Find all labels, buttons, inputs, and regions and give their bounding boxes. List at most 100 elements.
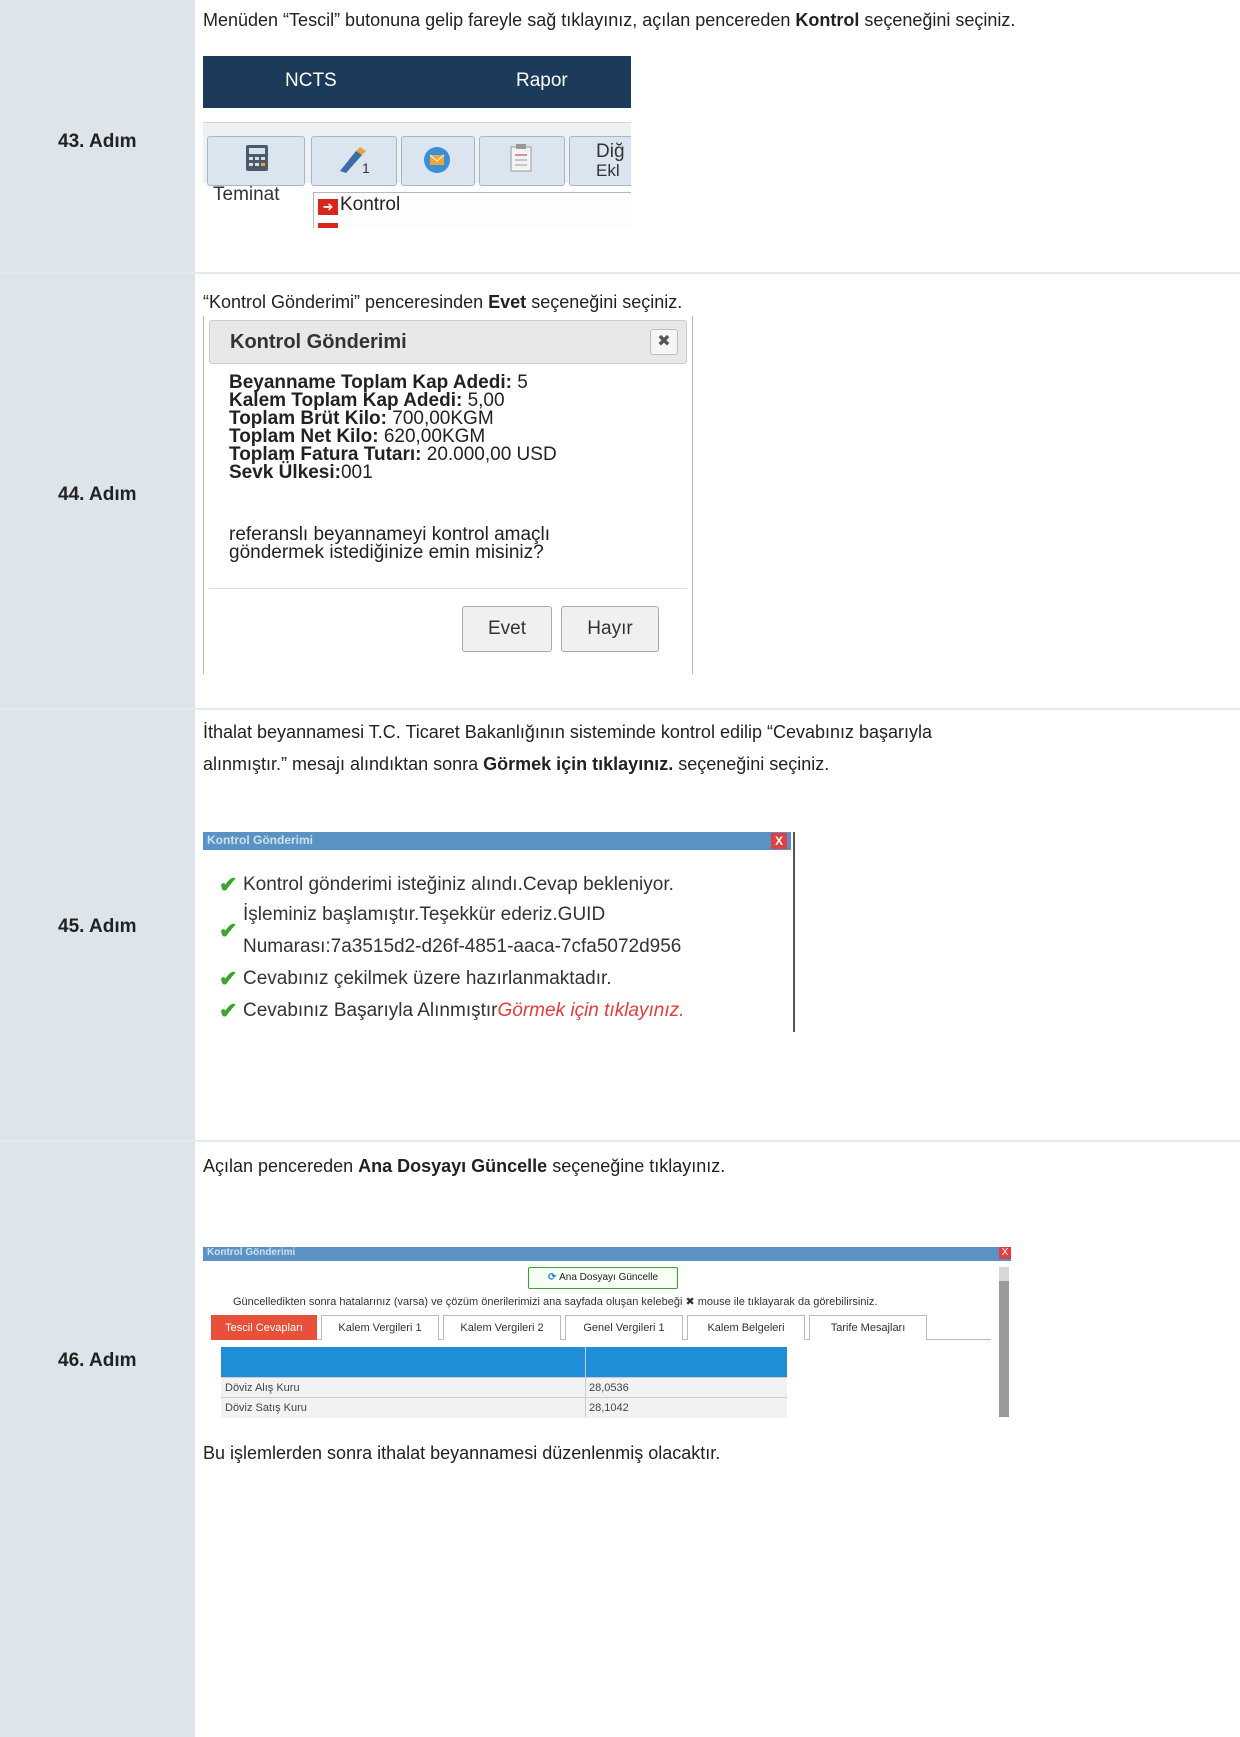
step-label: 44. Adım xyxy=(58,484,137,505)
step-label: 45. Adım xyxy=(58,916,137,937)
clipboard-icon xyxy=(510,144,532,172)
tescil-button[interactable]: 1 xyxy=(311,136,397,186)
field-value: 20.000,00 USD xyxy=(421,444,557,465)
menu-item-kontrol[interactable]: Kontrol xyxy=(340,194,400,216)
checkmark-icon: ✔ xyxy=(219,872,238,897)
mail-button[interactable] xyxy=(401,136,475,186)
instruction-text: alınmıştır.” mesajı alındıktan sonra xyxy=(203,754,484,774)
row-name: Döviz Alış Kuru xyxy=(225,1382,300,1394)
tescil-menu-screenshot: NCTS Rapor Teminat 1 Diğ Ekl ➜ Kontrol xyxy=(203,56,631,228)
instruction-text: “Kontrol Gönderimi” penceresinden xyxy=(203,292,489,312)
close-icon[interactable]: X xyxy=(771,833,787,849)
step-label-cell: 44. Adım xyxy=(0,274,195,708)
kontrol-result-window: Kontrol Gönderimi X ⟳ Ana Dosyayı Güncel… xyxy=(203,1247,1011,1418)
table-header xyxy=(221,1347,787,1377)
tab-bar: Tescil Cevapları Kalem Vergileri 1 Kalem… xyxy=(211,1315,991,1340)
context-menu: ➜ Kontrol xyxy=(313,192,631,228)
checkmark-icon: ✔ xyxy=(219,998,238,1023)
button-label: Ana Dosyayı Güncelle xyxy=(559,1272,659,1283)
instruction-text: Menüden “Tescil” butonuna gelip fareyle … xyxy=(203,10,796,30)
tab-kalem-vergileri-2[interactable]: Kalem Vergileri 2 xyxy=(443,1315,561,1340)
tab-tarife-mesajlari[interactable]: Tarife Mesajları xyxy=(809,1315,927,1340)
instruction-bold: Görmek için tıklayınız. xyxy=(483,754,674,774)
evet-button[interactable]: Evet xyxy=(462,606,552,652)
close-icon[interactable]: X xyxy=(999,1247,1011,1259)
step-label-cell: 45. Adım xyxy=(0,710,195,1140)
svg-text:1: 1 xyxy=(362,160,370,175)
pen-icon: 1 xyxy=(340,147,370,175)
instruction-text: seçeneğini seçiniz. xyxy=(526,292,683,312)
instruction-bold: Kontrol xyxy=(795,10,860,30)
window-title: Kontrol Gönderimi xyxy=(207,833,313,847)
dialog-header: Kontrol Gönderimi ✖ xyxy=(209,320,687,364)
nav-item-rapor[interactable]: Rapor xyxy=(516,70,568,92)
status-line: Numarası:7a3515d2-d26f-4851-aaca-7cfa507… xyxy=(243,936,682,957)
ana-dosyayi-guncelle-button[interactable]: ⟳ Ana Dosyayı Güncelle xyxy=(528,1267,678,1289)
diger-button[interactable]: Diğ Ekl xyxy=(569,136,631,186)
results-table: Döviz Alış Kuru 28,0536 Döviz Satış Kuru… xyxy=(221,1347,787,1418)
step-label-cell: 43. Adım xyxy=(0,0,195,272)
tab-tescil-cevaplari[interactable]: Tescil Cevapları xyxy=(211,1315,317,1340)
dialog-title: Kontrol Gönderimi xyxy=(230,331,407,353)
teminat-label: Teminat xyxy=(213,184,280,205)
field-value: 5 xyxy=(511,372,528,393)
kontrol-dialog: Kontrol Gönderimi ✖ Beyanname Toplam Kap… xyxy=(203,316,693,674)
window-titlebar: Kontrol Gönderimi X xyxy=(203,1247,1011,1261)
teminat-button[interactable] xyxy=(207,136,305,186)
scrollbar[interactable] xyxy=(999,1267,1009,1417)
step-instruction: Açılan pencereden Ana Dosyayı Güncelle s… xyxy=(203,1150,1123,1182)
kontrol-status-window: Kontrol Gönderimi X ✔ Kontrol gönderimi … xyxy=(203,832,795,1032)
step-instruction: İthalat beyannamesi T.C. Ticaret Bakanlı… xyxy=(203,716,1123,780)
ekler-label: Ekl xyxy=(596,161,620,180)
scrollbar-thumb[interactable] xyxy=(999,1281,1009,1417)
row-value: 28,1042 xyxy=(589,1402,629,1414)
arrow-right-icon: ➜ xyxy=(318,199,338,215)
step-content: İthalat beyannamesi T.C. Ticaret Bakanlı… xyxy=(203,710,1240,1140)
calculator-icon xyxy=(246,145,268,171)
checkmark-icon: ✔ xyxy=(219,918,238,943)
window-title: Kontrol Gönderimi xyxy=(207,1247,296,1258)
instruction-line: alınmıştır.” mesajı alındıktan sonra Gör… xyxy=(203,748,1123,780)
status-line: Kontrol gönderimi isteğiniz alındı.Cevap… xyxy=(243,874,674,895)
tab-kalem-belgeleri[interactable]: Kalem Belgeleri xyxy=(687,1315,805,1340)
status-line: Cevabınız Başarıyla AlınmıştırGörmek içi… xyxy=(243,1000,684,1022)
refresh-icon: ⟳ xyxy=(547,1272,560,1283)
question-line: göndermek istediğinize emin misiniz? xyxy=(229,542,544,563)
top-navbar: NCTS Rapor xyxy=(203,56,631,108)
hayir-button[interactable]: Hayır xyxy=(561,606,659,652)
row-value: 28,0536 xyxy=(589,1382,629,1394)
column-divider xyxy=(585,1347,586,1417)
table-row: Döviz Alış Kuru 28,0536 xyxy=(221,1377,787,1398)
divider xyxy=(209,588,687,589)
status-line: İşleminiz başlamıştır.Teşekkür ederiz.GU… xyxy=(243,904,606,925)
status-line: Cevabınız çekilmek üzere hazırlanmaktadı… xyxy=(243,968,612,989)
step-row-46: 46. Adım Açılan pencereden Ana Dosyayı G… xyxy=(0,1142,1240,1737)
row-name: Döviz Satış Kuru xyxy=(225,1402,307,1414)
step-instruction: Menüden “Tescil” butonuna gelip fareyle … xyxy=(203,4,1123,36)
final-note: Bu işlemlerden sonra ithalat beyannamesi… xyxy=(203,1443,721,1463)
step-content: Menüden “Tescil” butonuna gelip fareyle … xyxy=(203,0,1240,272)
nav-item-ncts[interactable]: NCTS xyxy=(285,70,337,92)
instruction-bold: Ana Dosyayı Güncelle xyxy=(358,1156,548,1176)
menu-item-icon xyxy=(318,223,338,228)
mail-icon xyxy=(424,147,450,173)
tab-genel-vergileri-1[interactable]: Genel Vergileri 1 xyxy=(565,1315,683,1340)
close-icon[interactable]: ✖ xyxy=(650,329,678,355)
step-row-44: 44. Adım “Kontrol Gönderimi” penceresind… xyxy=(0,274,1240,710)
dialog-body: Beyanname Toplam Kap Adedi: 5 Kalem Topl… xyxy=(229,372,557,483)
step-instruction: “Kontrol Gönderimi” penceresinden Evet s… xyxy=(203,286,1123,318)
instruction-text: seçeneğini seçiniz. xyxy=(859,10,1016,30)
step-content: Açılan pencereden Ana Dosyayı Güncelle s… xyxy=(203,1142,1240,1737)
dialog-question: referanslı beyannameyi kontrol amaçlı gö… xyxy=(229,525,550,563)
field-label: Sevk Ülkesi: xyxy=(229,462,341,483)
instruction-bold: Evet xyxy=(488,292,527,312)
summary-line: Sevk Ülkesi:001 xyxy=(229,462,557,483)
document-button[interactable] xyxy=(479,136,565,186)
tab-kalem-vergileri-1[interactable]: Kalem Vergileri 1 xyxy=(321,1315,439,1340)
step-row-43: 43. Adım Menüden “Tescil” butonuna gelip… xyxy=(0,0,1240,274)
info-note: Güncelledikten sonra hatalarınız (varsa)… xyxy=(233,1296,878,1308)
instruction-text: seçeneğini seçiniz. xyxy=(673,754,830,774)
gormek-link[interactable]: Görmek için tıklayınız. xyxy=(498,1000,685,1021)
checkmark-icon: ✔ xyxy=(219,966,238,991)
status-text: Cevabınız Başarıyla Alınmıştır xyxy=(243,1000,498,1021)
